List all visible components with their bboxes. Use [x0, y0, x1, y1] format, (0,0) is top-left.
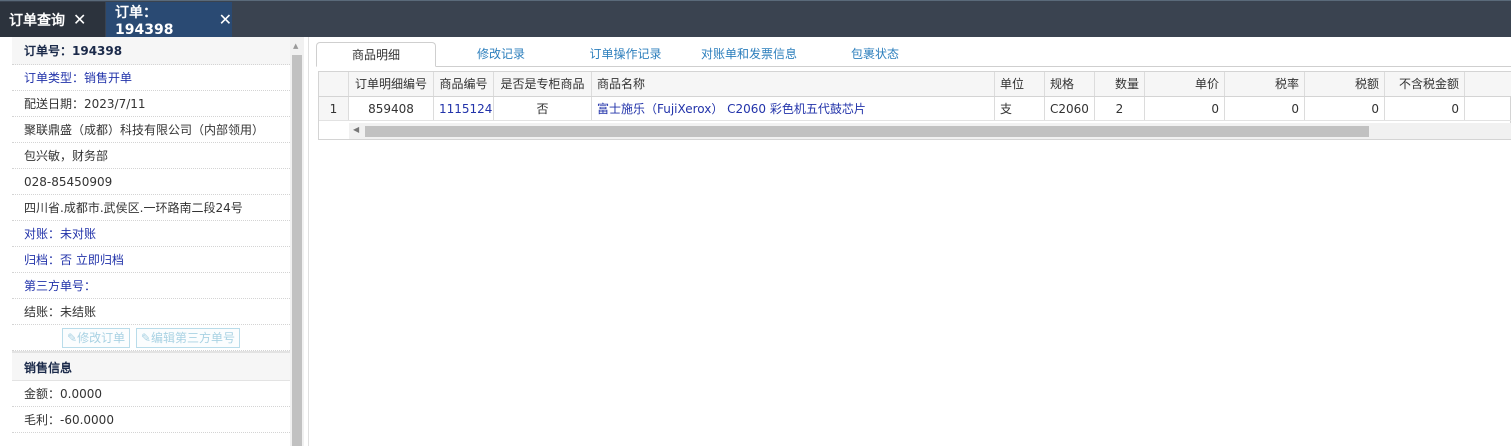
- tab-package-status[interactable]: 包裹状态: [840, 42, 910, 67]
- cell-unit: 支: [995, 97, 1045, 120]
- header-rownum: [319, 72, 349, 96]
- order-action-bar: ✎修改订单 ✎编辑第三方单号: [12, 325, 290, 351]
- header-amount-excl-tax[interactable]: 不含税金额: [1385, 72, 1465, 96]
- cell-goods-no-link[interactable]: 1115124: [434, 97, 494, 120]
- goods-table: 订单明细编号 商品编号 是否是专柜商品 商品名称 单位 规格 数量 单价 税率 …: [318, 71, 1511, 140]
- header-detail-no[interactable]: 订单明细编号: [349, 72, 434, 96]
- tab-goods-detail[interactable]: 商品明细: [316, 42, 436, 67]
- cell-unit-price: 0: [1145, 97, 1225, 120]
- delivery-address: 四川省.成都市.武侯区.一环路南二段24号: [12, 195, 290, 221]
- order-info-panel: 订单号：194398 订单类型：销售开单 配送日期：2023/7/11 聚联鼎盛…: [12, 37, 290, 446]
- edit-third-party-label: 编辑第三方单号: [150, 331, 235, 345]
- close-icon[interactable]: ✕: [73, 10, 86, 29]
- tab-modify-log[interactable]: 修改记录: [466, 42, 536, 67]
- cell-detail-no: 859408: [349, 97, 434, 120]
- tab-order-detail-label: 订单：194398: [115, 4, 174, 38]
- cell-amount-excl-tax: 0: [1385, 97, 1465, 120]
- phone-number: 028-85450909: [12, 169, 290, 195]
- cell-quantity: 2: [1095, 97, 1145, 120]
- cell-counter-goods: 否: [494, 97, 592, 120]
- cell-tax-amount: 0: [1305, 97, 1385, 120]
- table-row[interactable]: 1 859408 1115124 否 富士施乐（FujiXerox） C2060…: [319, 97, 1511, 121]
- edit-order-button[interactable]: ✎修改订单: [62, 328, 131, 348]
- edit-third-party-no-button[interactable]: ✎编辑第三方单号: [135, 328, 240, 348]
- top-tab-bar: 订单查询 ✕ 订单：194398 ✕: [0, 0, 1511, 38]
- tab-operation-log[interactable]: 订单操作记录: [578, 42, 673, 67]
- cell-spec: C2060: [1045, 97, 1095, 120]
- cell-goods-name-link[interactable]: 富士施乐（FujiXerox） C2060 彩色机五代鼓芯片: [592, 97, 995, 120]
- reconcile-status: 对账：未对账: [12, 221, 290, 247]
- table-horizontal-scrollbar[interactable]: ◀: [349, 123, 1511, 139]
- horizontal-scrollbar-thumb[interactable]: [365, 126, 1369, 137]
- header-unit-price[interactable]: 单价: [1145, 72, 1225, 96]
- header-tax-rate[interactable]: 税率: [1225, 72, 1305, 96]
- cell-tax-rate: 0: [1225, 97, 1305, 120]
- sales-amount: 金额：0.0000: [12, 381, 290, 407]
- header-goods-no[interactable]: 商品编号: [434, 72, 494, 96]
- header-quantity[interactable]: 数量: [1095, 72, 1145, 96]
- header-spec[interactable]: 规格: [1045, 72, 1095, 96]
- left-panel-scrollbar[interactable]: ▲: [290, 37, 304, 446]
- scroll-left-icon[interactable]: ◀: [353, 125, 359, 134]
- edit-icon: ✎: [140, 331, 151, 345]
- scrollbar-thumb[interactable]: [292, 55, 302, 446]
- tab-statement-invoice[interactable]: 对账单和发票信息: [694, 42, 804, 67]
- scroll-up-icon[interactable]: ▲: [293, 42, 298, 50]
- tab-order-query-label: 订单查询: [9, 12, 65, 29]
- edit-icon: ✎: [67, 331, 78, 345]
- contact-person: 包兴敏，财务部: [12, 143, 290, 169]
- order-type: 订单类型：销售开单: [12, 65, 290, 91]
- tab-order-query[interactable]: 订单查询 ✕: [0, 2, 105, 37]
- delivery-date: 配送日期：2023/7/11: [12, 91, 290, 117]
- settlement-status: 结账：未结账: [12, 299, 290, 325]
- order-number: 订单号：194398: [12, 37, 290, 65]
- edit-order-label: 修改订单: [77, 331, 126, 345]
- header-counter-goods[interactable]: 是否是专柜商品: [494, 72, 592, 96]
- company-name: 聚联鼎盛（成都）科技有限公司（内部领用）: [12, 117, 290, 143]
- close-icon[interactable]: ✕: [219, 10, 232, 29]
- gross-profit: 毛利：-60.0000: [12, 407, 290, 433]
- detail-tabs: 商品明细 修改记录 订单操作记录 对账单和发票信息 包裹状态: [316, 37, 1511, 67]
- header-unit[interactable]: 单位: [995, 72, 1045, 96]
- sales-info-title: 销售信息: [12, 351, 290, 381]
- archive-status[interactable]: 归档：否 立即归档: [12, 247, 290, 273]
- header-goods-name[interactable]: 商品名称: [592, 72, 995, 96]
- third-party-order-no: 第三方单号：: [12, 273, 290, 299]
- header-tax-amount[interactable]: 税额: [1305, 72, 1385, 96]
- tab-order-detail[interactable]: 订单：194398 ✕: [106, 2, 232, 38]
- panel-divider: [308, 37, 309, 446]
- table-header: 订单明细编号 商品编号 是否是专柜商品 商品名称 单位 规格 数量 单价 税率 …: [319, 72, 1511, 97]
- row-number: 1: [319, 97, 349, 120]
